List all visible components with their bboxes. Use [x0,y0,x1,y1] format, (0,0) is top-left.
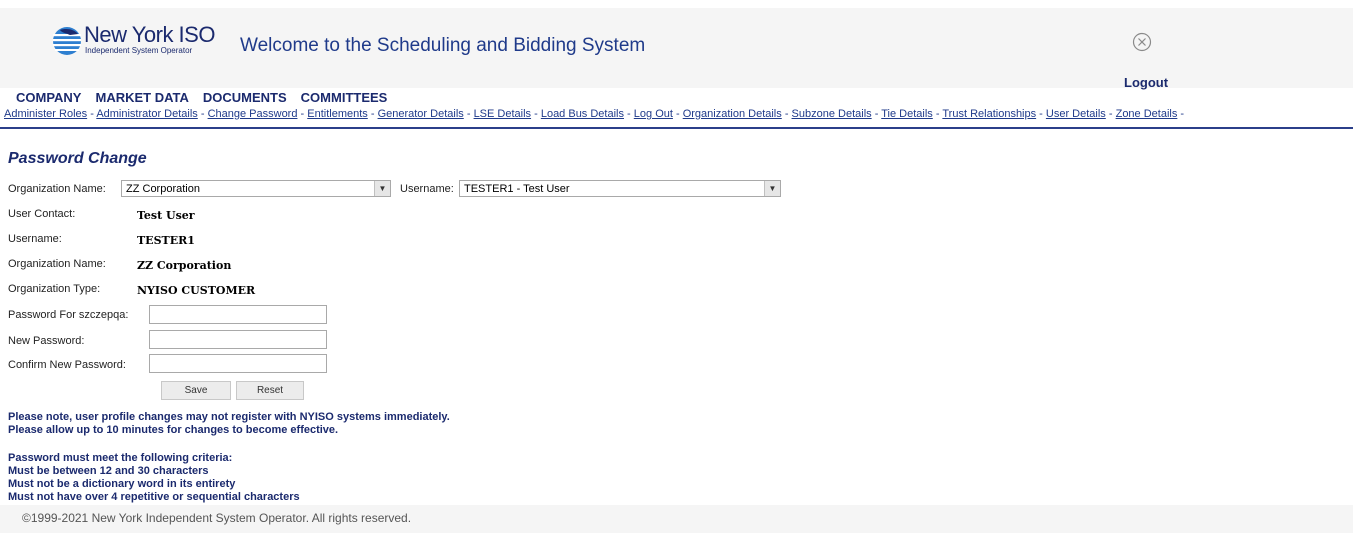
subnav-separator: - [871,108,882,120]
nav-divider [0,127,1353,129]
criteria-item: Must be between 12 and 30 characters [8,465,209,477]
main-nav: COMPANY MARKET DATA DOCUMENTS COMMITTEES [16,89,401,107]
subnav-entitlements[interactable]: Entitlements [307,108,368,120]
reset-button[interactable]: Reset [236,381,304,400]
subnav-separator: - [463,108,474,120]
logout-link[interactable]: Logout [1124,75,1168,90]
header-bar: New York ISO Independent System Operator… [0,8,1353,90]
page-title: Password Change [8,150,147,167]
current-password-label: Password For szczepqa: [8,309,129,321]
chevron-down-icon: ▼ [764,181,780,196]
save-button[interactable]: Save [161,381,231,400]
nyiso-logo[interactable]: New York ISO Independent System Operator [52,22,215,57]
subnav-user-details[interactable]: User Details [1046,108,1106,120]
nav-documents[interactable]: DOCUMENTS [203,90,287,105]
copyright-text: ©1999-2021 New York Independent System O… [22,511,412,525]
nav-company[interactable]: COMPANY [16,90,81,105]
org-type-value: NYISO CUSTOMER [137,284,256,297]
subnav-load-bus-details[interactable]: Load Bus Details [541,108,624,120]
subnav-administrator-details[interactable]: Administrator Details [96,108,197,120]
subnav-zone-details[interactable]: Zone Details [1116,108,1178,120]
sub-nav: Administer Roles - Administrator Details… [4,108,1353,126]
subnav-separator: - [367,108,378,120]
subnav-subzone-details[interactable]: Subzone Details [792,108,872,120]
username-select[interactable]: TESTER1 - Test User ▼ [459,180,781,197]
notice-line: Please note, user profile changes may no… [8,411,450,423]
nav-market-data[interactable]: MARKET DATA [95,90,188,105]
subnav-separator: - [1036,108,1046,120]
criteria-heading: Password must meet the following criteri… [8,452,233,464]
subnav-lse-details[interactable]: LSE Details [474,108,531,120]
subnav-separator: - [781,108,792,120]
subnav-separator: - [672,108,683,120]
organization-select-value: ZZ Corporation [126,183,200,195]
subnav-administer-roles[interactable]: Administer Roles [4,108,87,120]
criteria-item: Must not have over 4 repetitive or seque… [8,491,300,503]
chevron-down-icon: ▼ [374,181,390,196]
org-name-label: Organization Name: [8,258,106,270]
subnav-generator-details[interactable]: Generator Details [378,108,464,120]
user-contact-value: Test User [137,209,195,222]
org-select-label: Organization Name: [8,183,106,195]
organization-select[interactable]: ZZ Corporation ▼ [121,180,391,197]
user-contact-label: User Contact: [8,208,76,220]
confirm-password-input[interactable] [149,354,327,373]
org-type-label: Organization Type: [8,283,101,295]
logo-name: New York ISO [84,22,215,47]
close-circle-icon[interactable] [1132,32,1152,52]
confirm-password-label: Confirm New Password: [8,359,126,371]
footer: ©1999-2021 New York Independent System O… [0,505,1353,533]
subnav-separator: - [197,108,208,120]
org-name-value: ZZ Corporation [137,259,232,272]
subnav-organization-details[interactable]: Organization Details [683,108,782,120]
current-password-input[interactable] [149,305,327,324]
logo-subtitle: Independent System Operator [85,46,193,55]
new-password-label: New Password: [8,335,85,347]
subnav-separator: - [1177,108,1185,120]
subnav-separator: - [297,108,308,120]
subnav-trust-relationships[interactable]: Trust Relationships [942,108,1036,120]
globe-icon [53,27,81,55]
username-value: TESTER1 [137,234,195,247]
criteria-item: Must not be a dictionary word in its ent… [8,478,236,490]
subnav-separator: - [1105,108,1116,120]
nav-committees[interactable]: COMMITTEES [301,90,388,105]
subnav-change-password[interactable]: Change Password [208,108,298,120]
username-select-value: TESTER1 - Test User [464,183,570,195]
username-label: Username: [8,233,62,245]
username-select-label: Username: [400,183,454,195]
subnav-log-out[interactable]: Log Out [634,108,673,120]
subnav-tie-details[interactable]: Tie Details [881,108,933,120]
subnav-separator: - [531,108,541,120]
subnav-separator: - [624,108,634,120]
subnav-separator: - [87,108,97,120]
welcome-title: Welcome to the Scheduling and Bidding Sy… [240,35,646,56]
subnav-separator: - [932,108,943,120]
new-password-input[interactable] [149,330,327,349]
notice-line: Please allow up to 10 minutes for change… [8,424,339,436]
